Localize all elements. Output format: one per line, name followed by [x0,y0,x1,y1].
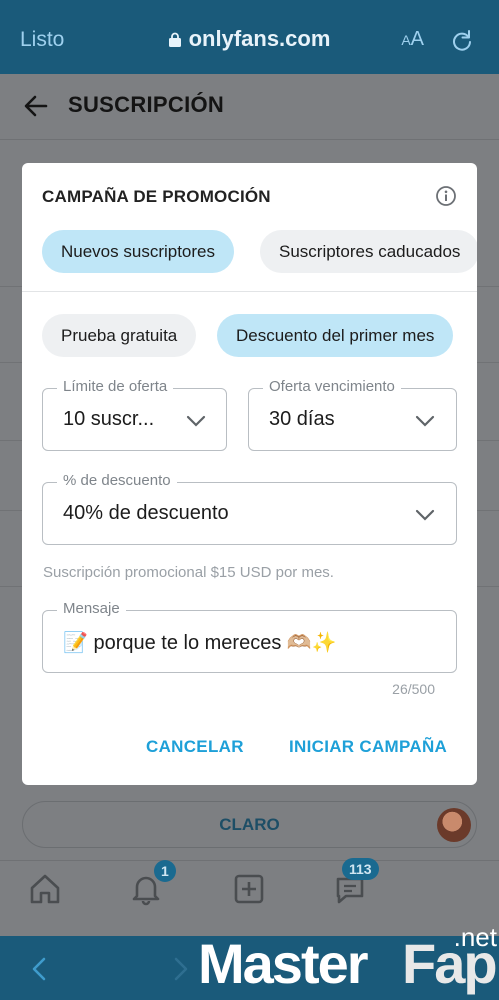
text-size-button[interactable]: AA [401,28,424,51]
discount-label: % de descuento [57,472,177,489]
info-icon[interactable] [435,185,457,207]
offer-expiration-label: Oferta vencimiento [263,378,401,395]
offer-expiration-value: 30 días [269,408,335,430]
chip-expired-subscribers[interactable]: Suscriptores caducados [260,230,477,273]
address-bar[interactable]: onlyfans.com [0,26,499,52]
divider [22,291,477,292]
watermark: Master Fap .net [198,922,499,1000]
chevron-down-icon [186,415,206,427]
dialog-title: CAMPAÑA DE PROMOCIÓN [42,187,271,206]
lock-icon [168,32,181,47]
arrow-back-icon[interactable] [22,92,50,120]
offer-limit-select[interactable]: Límite de oferta 10 suscr... [42,378,227,451]
notifications-badge: 1 [154,860,176,882]
discount-select[interactable]: % de descuento 40% de descuento [42,472,457,545]
tab-add-post[interactable] [231,871,271,911]
tab-home[interactable] [27,871,67,911]
promotion-campaign-dialog: CAMPAÑA DE PROMOCIÓN Nuevos suscriptores… [22,163,477,785]
page-title: SUSCRIPCIÓN [68,92,225,117]
claro-button[interactable]: CLARO [22,801,477,848]
message-field[interactable]: Mensaje 📝 porque te lo mereces 🫶🏼✨ [42,600,457,673]
chip-free-trial[interactable]: Prueba gratuita [42,314,197,357]
chip-new-subscribers[interactable]: Nuevos suscriptores [42,230,235,273]
chevron-down-icon [415,509,435,521]
watermark-master: Master [198,932,369,995]
offer-expiration-select[interactable]: Oferta vencimiento 30 días [248,378,457,451]
char-counter: 26/500 [392,681,435,697]
browser-top-bar: Listo onlyfans.com AA [0,0,499,74]
home-icon [30,874,60,904]
page-header: SUSCRIPCIÓN [0,74,499,140]
reload-icon[interactable] [451,29,473,51]
start-campaign-button[interactable]: INICIAR CAMPAÑA [289,737,447,757]
chevron-down-icon [415,415,435,427]
offer-limit-value: 10 suscr... [63,408,155,430]
messages-badge: 113 [342,858,379,880]
offer-limit-label: Límite de oferta [57,378,174,395]
discount-value: 40% de descuento [63,502,229,524]
avatar[interactable] [437,808,471,842]
chevron-right-icon[interactable] [170,956,192,982]
watermark-net: .net [453,922,497,952]
message-value: 📝 porque te lo mereces 🫶🏼✨ [63,632,337,654]
plus-square-icon [234,874,264,904]
url-text: onlyfans.com [188,26,331,51]
chip-first-month-discount[interactable]: Descuento del primer mes [217,314,454,357]
cancel-button[interactable]: CANCELAR [146,737,244,757]
chevron-left-icon[interactable] [28,956,50,982]
message-label: Mensaje [57,600,126,617]
helper-text: Suscripción promocional $15 USD por mes. [43,564,334,581]
